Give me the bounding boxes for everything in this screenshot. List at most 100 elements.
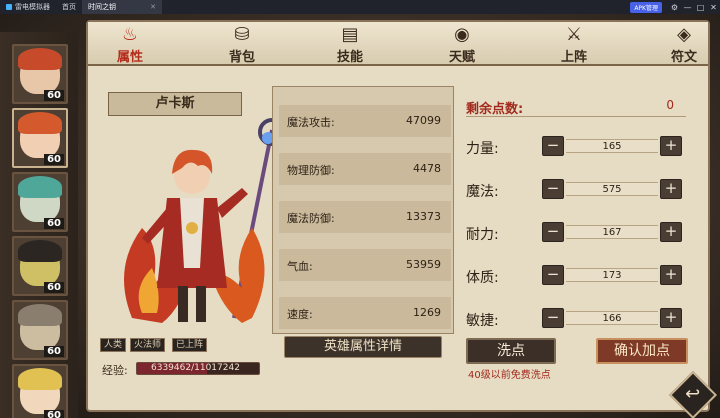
stat-row: 魔法攻击: 47099 — [279, 105, 451, 137]
exp-label: 经验: — [102, 364, 128, 377]
minimize-icon[interactable]: — — [681, 3, 694, 12]
tab-label: 属性 — [116, 50, 143, 65]
stat-row: 气血: 53959 — [279, 249, 451, 281]
decrease-button[interactable]: − — [542, 308, 564, 328]
right-leg — [196, 286, 206, 322]
close-icon[interactable]: ✕ — [707, 3, 720, 12]
hero-hair — [18, 304, 62, 326]
stat-label: 物理防御: — [287, 164, 335, 177]
tab-label: 上阵 — [560, 50, 587, 65]
amulet — [186, 222, 198, 234]
home-tab-label: 首页 — [62, 3, 76, 11]
hero-card[interactable]: 60 — [12, 44, 68, 104]
emulator-app-tab[interactable]: 雷电模拟器 — [0, 0, 56, 14]
book-icon: ▤ — [341, 24, 359, 45]
swords-icon: ⚔ — [565, 24, 583, 45]
exp-text: 6339462/11017242 — [151, 363, 240, 373]
increase-button[interactable]: + — [660, 179, 682, 199]
apk-badge[interactable]: APK管理 — [630, 1, 662, 13]
divider — [466, 116, 686, 117]
close-tab-icon[interactable]: ✕ — [150, 3, 156, 11]
stat-label: 魔法攻击: — [287, 116, 335, 129]
game-window: 雷电模拟器 首页 时间之钥 ✕ APK管理 ⚙ — □ ✕ ︿ 60606060… — [0, 0, 720, 418]
attribute-value: 575 — [566, 182, 658, 196]
settings-icon[interactable]: ⚙ — [668, 3, 681, 12]
deployed-tag: 已上阵 — [172, 338, 208, 352]
tab-1[interactable]: ⛁ 背包 — [212, 24, 272, 65]
back-arrow-icon: ↩ — [685, 384, 701, 405]
increase-button[interactable]: + — [660, 308, 682, 328]
tab-2[interactable]: ▤ 技能 — [320, 24, 380, 65]
home-tab[interactable]: 首页 — [56, 0, 82, 14]
increase-button[interactable]: + — [660, 136, 682, 156]
increase-button[interactable]: + — [660, 222, 682, 242]
decrease-button[interactable]: − — [542, 136, 564, 156]
hero-list: ︿ 606060606060 — [0, 32, 78, 418]
class-tag: 火法师 — [130, 338, 166, 352]
reset-points-button[interactable]: 洗点 — [466, 338, 556, 364]
hero-tabs: ♨ 属性 ⛁ 背包 ▤ 技能 ◉ 天赋 ⚔ 上阵 ◈ 符文 — [88, 22, 708, 66]
hero-card[interactable]: 60 — [12, 108, 68, 168]
stat-row: 物理防御: 4478 — [279, 153, 451, 185]
tab-label: 背包 — [228, 50, 255, 65]
game-tab[interactable]: 时间之钥 ✕ — [82, 0, 162, 14]
emulator-logo-icon — [6, 4, 12, 10]
eye-icon: ◉ — [454, 24, 470, 45]
tab-4[interactable]: ⚔ 上阵 — [544, 24, 604, 65]
attribute-value: 165 — [566, 139, 658, 153]
hero-hair — [18, 176, 62, 198]
tab-0[interactable]: ♨ 属性 — [100, 24, 160, 65]
hero-hair — [18, 48, 62, 70]
hero-card[interactable]: 60 — [12, 236, 68, 296]
decrease-button[interactable]: − — [542, 265, 564, 285]
attribute-label: 体质: — [466, 270, 499, 286]
attribute-row: 体质: −173 + — [466, 265, 686, 289]
remaining-points-value: 0 — [666, 98, 674, 112]
hero-hair — [18, 368, 62, 390]
attribute-row: 耐力: −167 + — [466, 222, 686, 246]
stat-value: 13373 — [406, 210, 441, 223]
tab-3[interactable]: ◉ 天赋 — [432, 24, 492, 65]
maximize-icon[interactable]: □ — [694, 3, 707, 12]
hero-panel: ♨ 属性 ⛁ 背包 ▤ 技能 ◉ 天赋 ⚔ 上阵 ◈ 符文 卢卡斯 人类 火法师… — [86, 20, 710, 412]
flame-icon: ♨ — [121, 24, 139, 45]
exp-bar: 6339462/11017242 — [136, 362, 260, 375]
hero-detail-button[interactable]: 英雄属性详情 — [284, 336, 442, 358]
stat-label: 魔法防御: — [287, 212, 335, 225]
game-tab-label: 时间之钥 — [88, 3, 116, 11]
hero-hair — [18, 240, 62, 262]
stat-value: 47099 — [406, 114, 441, 127]
stat-value: 4478 — [413, 162, 441, 175]
decrease-button[interactable]: − — [542, 179, 564, 199]
hero-level: 60 — [44, 410, 64, 418]
attribute-value: 167 — [566, 225, 658, 239]
hero-level: 60 — [44, 90, 64, 101]
confirm-points-button[interactable]: 确认加点 — [596, 338, 688, 364]
attribute-label: 敏捷: — [466, 313, 499, 329]
attribute-row: 力量: −165 + — [466, 136, 686, 160]
right-arm — [217, 188, 248, 218]
hero-card[interactable]: 60 — [12, 364, 68, 418]
stat-value: 1269 — [413, 306, 441, 319]
stat-label: 气血: — [287, 260, 313, 273]
hero-level: 60 — [44, 346, 64, 357]
attribute-row: 魔法: −575 + — [466, 179, 686, 203]
tab-label: 符文 — [670, 50, 697, 65]
stat-label: 速度: — [287, 308, 313, 321]
attribute-panel: 剩余点数: 0 力量: −165 + 魔法: −575 + 耐力: −167 + 体质: −173 +… — [466, 92, 686, 362]
hero-portrait — [102, 118, 286, 334]
attribute-label: 魔法: — [466, 184, 499, 200]
remaining-points-label: 剩余点数: — [466, 102, 524, 117]
tab-5[interactable]: ◈ 符文 — [654, 24, 714, 65]
hero-card[interactable]: 60 — [12, 300, 68, 360]
decrease-button[interactable]: − — [542, 222, 564, 242]
emulator-app-name: 雷电模拟器 — [15, 3, 50, 11]
hero-card[interactable]: 60 — [12, 172, 68, 232]
attribute-value: 166 — [566, 311, 658, 325]
hero-name: 卢卡斯 — [108, 92, 242, 116]
reset-note: 40级以前免费洗点 — [468, 370, 551, 381]
tab-label: 天赋 — [448, 50, 475, 65]
hero-hair — [18, 112, 62, 134]
emulator-title-bar: 雷电模拟器 首页 时间之钥 ✕ APK管理 ⚙ — □ ✕ — [0, 0, 720, 14]
increase-button[interactable]: + — [660, 265, 682, 285]
